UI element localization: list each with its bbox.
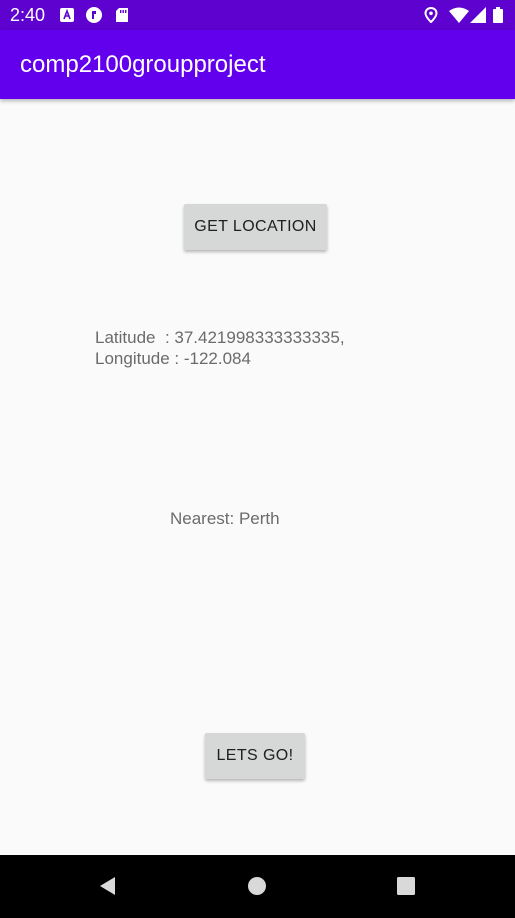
coordinates-text: Latitude : 37.421998333333335, Longitude… <box>95 327 345 369</box>
status-time: 2:40 <box>10 5 46 25</box>
status-bar: 2:40 <box>0 0 515 30</box>
sd-card-icon <box>116 8 128 22</box>
home-icon[interactable] <box>245 874 269 898</box>
app-screen: 2:40 comp2100groupproject GET LOCATION L… <box>0 0 515 918</box>
location-pin-icon <box>424 7 438 23</box>
longitude-text: Longitude : -122.084 <box>95 349 251 368</box>
shield-icon <box>86 7 102 23</box>
get-location-button[interactable]: GET LOCATION <box>184 204 327 250</box>
latitude-text: Latitude : 37.421998333333335, <box>95 328 345 347</box>
navigation-bar <box>0 855 515 918</box>
recents-icon[interactable] <box>394 874 418 898</box>
nearest-location-text: Nearest: Perth <box>170 509 280 528</box>
battery-icon <box>493 7 503 23</box>
lets-go-button[interactable]: LETS GO! <box>205 733 305 779</box>
a-letter-icon <box>60 8 74 22</box>
app-title: comp2100groupproject <box>20 51 266 78</box>
wifi-icon <box>449 7 469 23</box>
back-icon[interactable] <box>96 874 120 898</box>
cell-signal-icon <box>470 7 486 23</box>
app-bar: comp2100groupproject <box>0 30 515 99</box>
